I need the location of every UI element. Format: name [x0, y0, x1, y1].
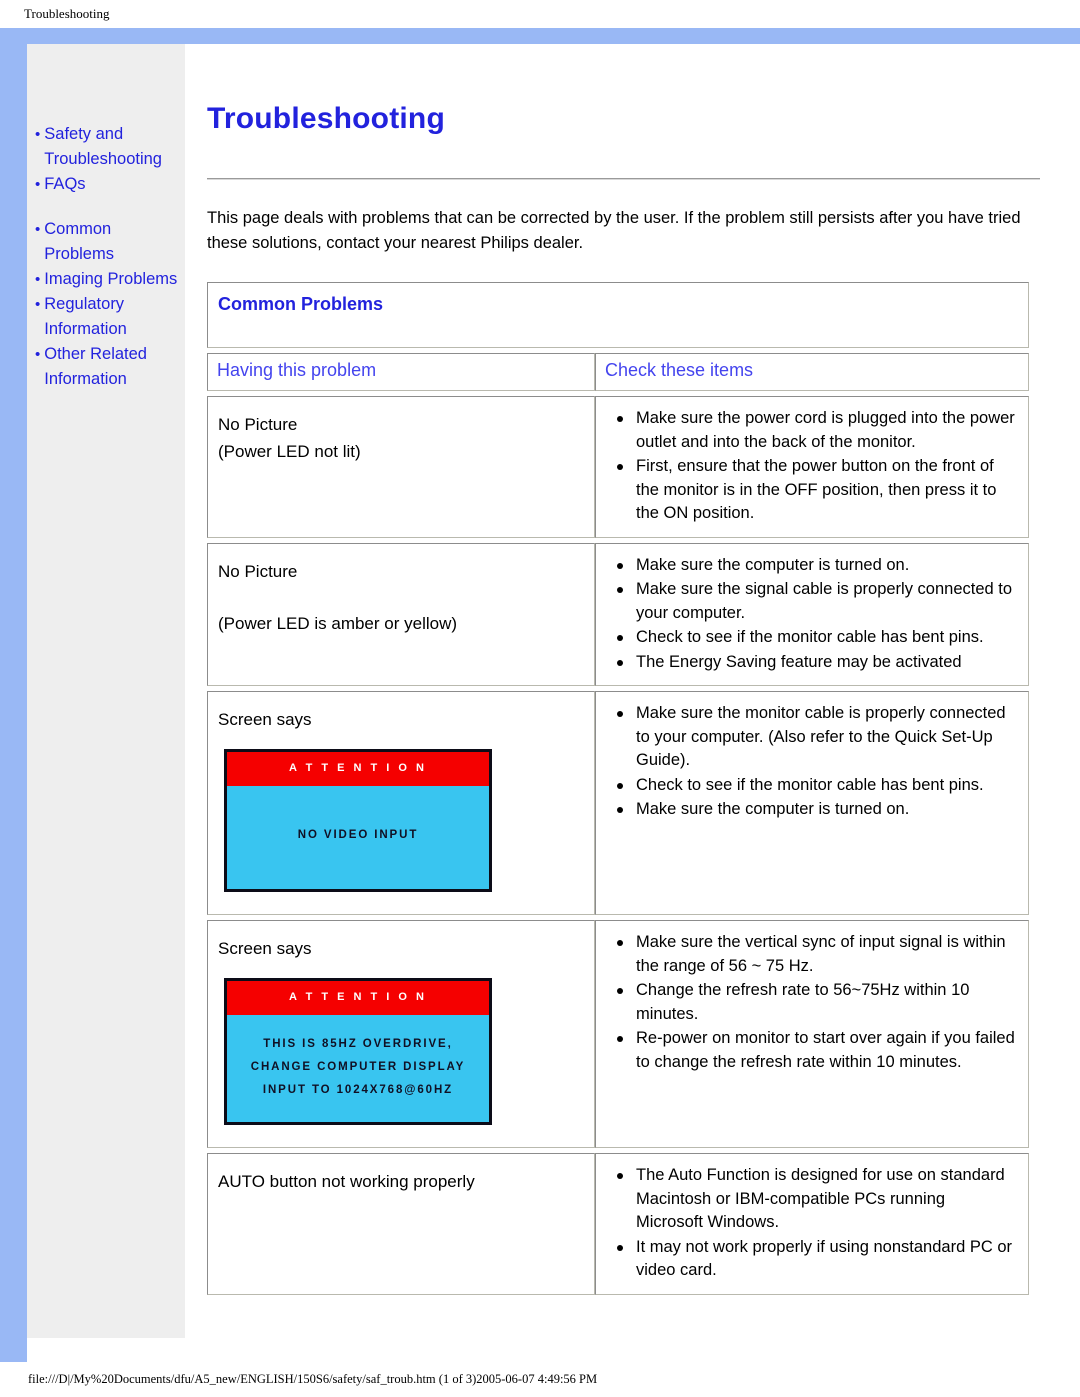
- osd-message-image: A T T E N T I O N NO VIDEO INPUT: [224, 749, 492, 892]
- problem-cell: Screen says A T T E N T I O N THIS IS 85HZ…: [207, 920, 595, 1148]
- check-item: Make sure the signal cable is properly c…: [608, 578, 1016, 625]
- column-header-check: Check these items: [595, 353, 1029, 391]
- sidebar-item-safety-and-troubleshooting[interactable]: • Safety and Troubleshooting: [35, 122, 179, 172]
- table-row: Screen says A T T E N T I O N NO VIDEO INP…: [207, 691, 1029, 915]
- check-item: Check to see if the monitor cable has be…: [608, 774, 1016, 798]
- sidebar-item-label: Imaging Problems: [44, 270, 178, 288]
- problem-text: Screen says: [218, 935, 584, 962]
- check-item: The Auto Function is designed for use on…: [608, 1164, 1016, 1235]
- problem-cell: AUTO button not working properly: [207, 1153, 595, 1295]
- table-row: No Picture (Power LED not lit) Make sure t…: [207, 396, 1029, 538]
- check-item: It may not work properly if using nonsta…: [608, 1236, 1016, 1283]
- print-header-title: Troubleshooting: [24, 6, 110, 21]
- osd-message-image: A T T E N T I O N THIS IS 85HZ OVERDRIVE,…: [224, 978, 492, 1125]
- osd-line: NO VIDEO INPUT: [297, 829, 419, 841]
- page-frame: • Safety and Troubleshooting • FAQs • Common …: [0, 28, 1080, 1362]
- bullet-icon: •: [35, 126, 41, 143]
- sidebar-item-regulatory-information[interactable]: • Regulatory Information: [35, 292, 179, 342]
- sidebar-item-faqs[interactable]: • FAQs: [35, 172, 179, 197]
- check-item: Make sure the computer is turned on.: [608, 798, 1016, 822]
- intro-paragraph: This page deals with problems that can b…: [207, 209, 1021, 252]
- content-bottom-spacer: [207, 1295, 1040, 1325]
- print-footer: file:///D|/My%20Documents/dfu/A5_new/ENG…: [0, 1362, 1080, 1397]
- osd-attention-banner: A T T E N T I O N: [227, 752, 489, 786]
- problem-text: AUTO button not working properly: [218, 1168, 584, 1195]
- table-row: No Picture (Power LED is amber or yellow)…: [207, 542, 1029, 686]
- problem-cell: No Picture (Power LED is amber or yellow): [207, 542, 595, 686]
- check-item: Re-power on monitor to start over again …: [608, 1027, 1016, 1074]
- common-problems-table: Common Problems Having this problem Check …: [207, 282, 1029, 1295]
- column-header-problem: Having this problem: [207, 353, 595, 391]
- check-items-list: The Auto Function is designed for use on…: [608, 1164, 1016, 1283]
- bullet-icon: •: [35, 176, 41, 193]
- problem-line: No Picture: [218, 561, 298, 581]
- check-item: Make sure the vertical sync of input sig…: [608, 931, 1016, 978]
- problem-line: Screen says: [218, 710, 312, 729]
- osd-body: THIS IS 85HZ OVERDRIVE, CHANGE COMPUTER D…: [227, 1015, 489, 1122]
- bullet-icon: •: [35, 271, 41, 288]
- problem-line: Screen says: [218, 939, 312, 958]
- table-column-header-row: Having this problem Check these items: [207, 353, 1029, 391]
- sidebar-item-label: Other Related Information: [44, 345, 147, 388]
- sidebar-item-label: Common Problems: [44, 220, 114, 263]
- check-items-cell: Make sure the monitor cable is properly …: [595, 691, 1029, 915]
- check-item: The Energy Saving feature may be activat…: [608, 651, 1016, 675]
- check-item: First, ensure that the power button on t…: [608, 455, 1016, 526]
- bullet-icon: •: [35, 346, 41, 363]
- problem-text: No Picture (Power LED not lit): [218, 411, 584, 465]
- title-divider: [207, 178, 1040, 180]
- table-row: AUTO button not working properly The Auto…: [207, 1153, 1029, 1295]
- problem-line: (Power LED not lit): [218, 442, 361, 461]
- sidebar-item-other-related-information[interactable]: • Other Related Information: [35, 342, 179, 392]
- check-item: Make sure the power cord is plugged into…: [608, 407, 1016, 454]
- osd-line: CHANGE COMPUTER DISPLAY: [250, 1061, 466, 1073]
- osd-line: THIS IS 85HZ OVERDRIVE,: [263, 1038, 453, 1050]
- check-items-cell: Make sure the vertical sync of input sig…: [595, 920, 1029, 1148]
- check-item: Make sure the computer is turned on.: [608, 554, 1016, 578]
- problem-line: No Picture: [218, 415, 298, 434]
- main-content: Troubleshooting This page deals with pro…: [185, 44, 1080, 1362]
- problem-text: Screen says: [218, 706, 584, 733]
- sidebar: • Safety and Troubleshooting • FAQs • Common …: [27, 44, 185, 1338]
- problem-line: AUTO button not working properly: [218, 1172, 475, 1191]
- print-header: Troubleshooting: [0, 0, 1080, 28]
- osd-line: INPUT TO 1024X768@60HZ: [262, 1084, 454, 1096]
- bullet-icon: •: [35, 296, 41, 313]
- problem-line: (Power LED is amber or yellow): [218, 613, 458, 633]
- check-items-list: Make sure the power cord is plugged into…: [608, 407, 1016, 526]
- sidebar-group-0: • Safety and Troubleshooting • FAQs: [35, 122, 179, 197]
- section-title: Common Problems: [207, 282, 1029, 348]
- check-items-cell: Make sure the power cord is plugged into…: [595, 396, 1029, 538]
- sidebar-item-imaging-problems[interactable]: • Imaging Problems: [35, 267, 179, 292]
- osd-body: NO VIDEO INPUT: [227, 786, 489, 889]
- check-items-list: Make sure the monitor cable is properly …: [608, 702, 1016, 822]
- problem-cell: No Picture (Power LED not lit): [207, 396, 595, 538]
- page-title: Troubleshooting: [207, 102, 445, 135]
- page-inner: • Safety and Troubleshooting • FAQs • Common …: [27, 44, 1080, 1362]
- bullet-icon: •: [35, 221, 41, 238]
- check-items-list: Make sure the vertical sync of input sig…: [608, 931, 1016, 1074]
- check-items-list: Make sure the computer is turned on. Make…: [608, 554, 1016, 675]
- check-item: Make sure the monitor cable is properly …: [608, 702, 1016, 773]
- sidebar-item-label: FAQs: [44, 175, 86, 193]
- print-footer-path: file:///D|/My%20Documents/dfu/A5_new/ENG…: [28, 1372, 598, 1386]
- sidebar-item-label: Regulatory Information: [44, 295, 127, 338]
- check-item: Change the refresh rate to 56~75Hz withi…: [608, 979, 1016, 1026]
- check-items-cell: The Auto Function is designed for use on…: [595, 1153, 1029, 1295]
- table-row: Screen says A T T E N T I O N THIS IS 85HZ…: [207, 920, 1029, 1148]
- sidebar-group-1: • Common Problems • Imaging Problems • Regula…: [35, 217, 179, 392]
- sidebar-item-common-problems[interactable]: • Common Problems: [35, 217, 179, 267]
- sidebar-item-label: Safety and Troubleshooting: [44, 125, 162, 168]
- table-section-header-row: Common Problems: [207, 282, 1029, 348]
- osd-attention-banner: A T T E N T I O N: [227, 981, 489, 1015]
- check-item: Check to see if the monitor cable has be…: [608, 626, 1016, 650]
- problem-text: No Picture (Power LED is amber or yellow): [218, 558, 584, 637]
- problem-cell: Screen says A T T E N T I O N NO VIDEO INP…: [207, 691, 595, 915]
- check-items-cell: Make sure the computer is turned on. Make…: [595, 542, 1029, 686]
